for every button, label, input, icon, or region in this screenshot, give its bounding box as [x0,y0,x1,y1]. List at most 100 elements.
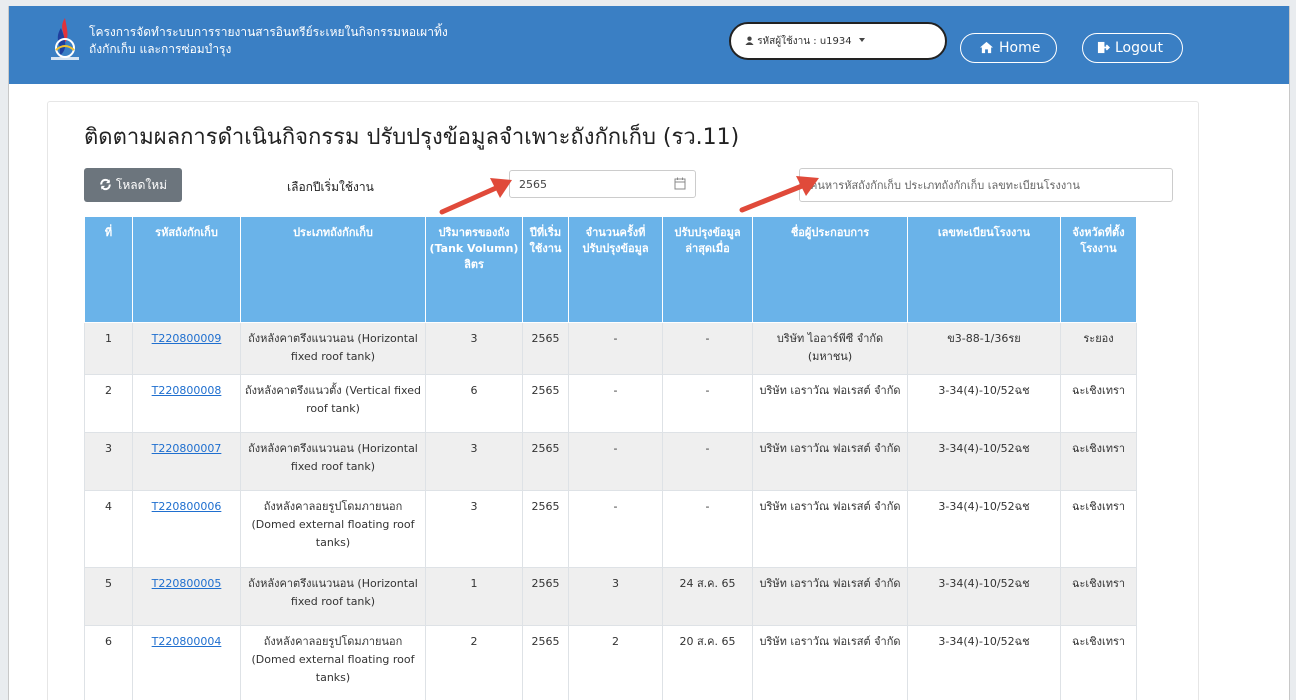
cell-tank-type: ถังหลังคาตรึงแนวตั้ง (Vertical fixed roo… [240,374,426,433]
column-header-last-update[interactable]: ปรับปรุงข้อมูลล่าสุดเมื่อ [662,216,753,323]
cell-factory-reg: 3-34(4)-10/52ฉช [907,432,1061,491]
user-menu[interactable]: รหัสผู้ใช้งาน : u1934 [729,22,947,60]
cell-factory-reg: 3-34(4)-10/52ฉช [907,567,1061,626]
cell-province: ฉะเชิงเทรา [1060,625,1137,700]
app-frame: โครงการจัดทำระบบการรายงานสารอินทรีย์ระเห… [8,6,1290,700]
tank-table: ที่ รหัสถังกักเก็บ ประเภทถังกักเก็บ ปริม… [84,216,1137,700]
cell-start-year: 2565 [522,432,569,491]
caret-down-icon [858,38,865,42]
app-brand: โครงการจัดทำระบบการรายงานสารอินทรีย์ระเห… [89,24,448,58]
cell-no: 1 [84,322,133,375]
home-icon [980,41,993,54]
cell-factory-reg: 3-34(4)-10/52ฉช [907,374,1061,433]
cell-start-year: 2565 [522,322,569,375]
column-header-company[interactable]: ชื่อผู้ประกอบการ [752,216,908,323]
cell-volume: 3 [425,490,523,568]
year-filter-label: เลือกปีเริ่มใช้งาน [287,180,374,194]
cell-factory-reg: 3-34(4)-10/52ฉช [907,490,1061,568]
column-header-factory-reg[interactable]: เลขทะเบียนโรงงาน [907,216,1061,323]
cell-company: บริษัท เอราวัณ ฟอเรสต์ จำกัด [752,567,908,626]
cell-start-year: 2565 [522,625,569,700]
cell-no: 2 [84,374,133,433]
user-icon [745,36,754,45]
table-row: 3 T220800007 ถังหลังคาตรึงแนวนอน (Horizo… [84,432,1137,491]
brand-line-1: โครงการจัดทำระบบการรายงานสารอินทรีย์ระเห… [89,25,448,39]
search-input[interactable] [808,169,1168,201]
cell-tank-type: ถังหลังคาตรึงแนวนอน (Horizontal fixed ro… [240,567,426,626]
tank-code-link[interactable]: T220800009 [152,332,222,345]
cell-company: บริษัท ไออาร์พีซี จำกัด (มหาชน) [752,322,908,375]
tank-code-link[interactable]: T220800006 [152,500,222,513]
search-field[interactable] [799,168,1173,202]
table-row: 1 T220800009 ถังหลังคาตรึงแนวนอน (Horizo… [84,322,1137,375]
cell-volume: 3 [425,322,523,375]
cell-start-year: 2565 [522,374,569,433]
logout-icon [1097,41,1111,54]
cell-update-count: - [568,322,663,375]
user-id-label: รหัสผู้ใช้งาน : u1934 [757,36,852,47]
cell-tank-type: ถังหลังคาตรึงแนวนอน (Horizontal fixed ro… [240,432,426,491]
cell-last-update: - [662,374,753,433]
agency-logo [51,18,79,60]
table-header-row: ที่ รหัสถังกักเก็บ ประเภทถังกักเก็บ ปริม… [84,216,1137,323]
cell-tank-code: T220800004 [132,625,241,700]
sync-icon [100,178,111,191]
tank-code-link[interactable]: T220800007 [152,442,222,455]
cell-last-update: - [662,322,753,375]
cell-tank-type: ถังหลังคาลอยรูปโดมภายนอก (Domed external… [240,490,426,568]
table-row: 2 T220800008 ถังหลังคาตรึงแนวตั้ง (Verti… [84,374,1137,433]
top-navbar: โครงการจัดทำระบบการรายงานสารอินทรีย์ระเห… [9,6,1289,84]
cell-last-update: 20 ส.ค. 65 [662,625,753,700]
home-label: Home [999,40,1041,56]
cell-tank-code: T220800006 [132,490,241,568]
cell-volume: 1 [425,567,523,626]
column-header-no[interactable]: ที่ [84,216,133,323]
user-menu-content: รหัสผู้ใช้งาน : u1934 [745,34,866,49]
cell-province: ฉะเชิงเทรา [1060,374,1137,433]
cell-update-count: - [568,490,663,568]
cell-tank-code: T220800005 [132,567,241,626]
column-header-volume[interactable]: ปริมาตรของถัง (Tank Volumn) ลิตร [425,216,523,323]
year-picker[interactable]: 2565 [509,170,696,198]
cell-tank-code: T220800007 [132,432,241,491]
column-header-update-count[interactable]: จำนวนครั้งที่ปรับปรุงข้อมูล [568,216,663,323]
home-button[interactable]: Home [960,33,1057,63]
page-title: ติดตามผลการดำเนินกิจกรรม ปรับปรุงข้อมูลจ… [84,125,740,150]
cell-update-count: 2 [568,625,663,700]
cell-province: ฉะเชิงเทรา [1060,432,1137,491]
cell-last-update: - [662,490,753,568]
cell-tank-type: ถังหลังคาลอยรูปโดมภายนอก (Domed external… [240,625,426,700]
column-header-tank-code[interactable]: รหัสถังกักเก็บ [132,216,241,323]
logout-button[interactable]: Logout [1082,33,1183,63]
cell-no: 5 [84,567,133,626]
tank-code-link[interactable]: T220800008 [152,384,222,397]
tank-code-link[interactable]: T220800004 [152,635,222,648]
cell-last-update: - [662,432,753,491]
logout-label: Logout [1115,40,1163,56]
cell-company: บริษัท เอราวัณ ฟอเรสต์ จำกัด [752,625,908,700]
cell-tank-type: ถังหลังคาตรึงแนวนอน (Horizontal fixed ro… [240,322,426,375]
reload-label: โหลดใหม่ [115,178,168,192]
cell-company: บริษัท เอราวัณ ฟอเรสต์ จำกัด [752,490,908,568]
cell-tank-code: T220800008 [132,374,241,433]
cell-company: บริษัท เอราวัณ ฟอเรสต์ จำกัด [752,432,908,491]
column-header-tank-type[interactable]: ประเภทถังกักเก็บ [240,216,426,323]
brand-line-2: ถังกักเก็บ และการซ่อมบำรุง [89,42,232,56]
cell-no: 3 [84,432,133,491]
cell-update-count: - [568,374,663,433]
table-row: 6 T220800004 ถังหลังคาลอยรูปโดมภายนอก (D… [84,625,1137,700]
cell-factory-reg: ข3-88-1/36รย [907,322,1061,375]
cell-province: ฉะเชิงเทรา [1060,567,1137,626]
cell-company: บริษัท เอราวัณ ฟอเรสต์ จำกัด [752,374,908,433]
cell-volume: 6 [425,374,523,433]
cell-start-year: 2565 [522,567,569,626]
column-header-start-year[interactable]: ปีที่เริ่มใช้งาน [522,216,569,323]
cell-province: ฉะเชิงเทรา [1060,490,1137,568]
reload-button[interactable]: โหลดใหม่ [84,168,182,202]
cell-no: 4 [84,490,133,568]
cell-province: ระยอง [1060,322,1137,375]
cell-tank-code: T220800009 [132,322,241,375]
column-header-province[interactable]: จังหวัดที่ตั้งโรงงาน [1060,216,1137,323]
cell-start-year: 2565 [522,490,569,568]
tank-code-link[interactable]: T220800005 [152,577,222,590]
